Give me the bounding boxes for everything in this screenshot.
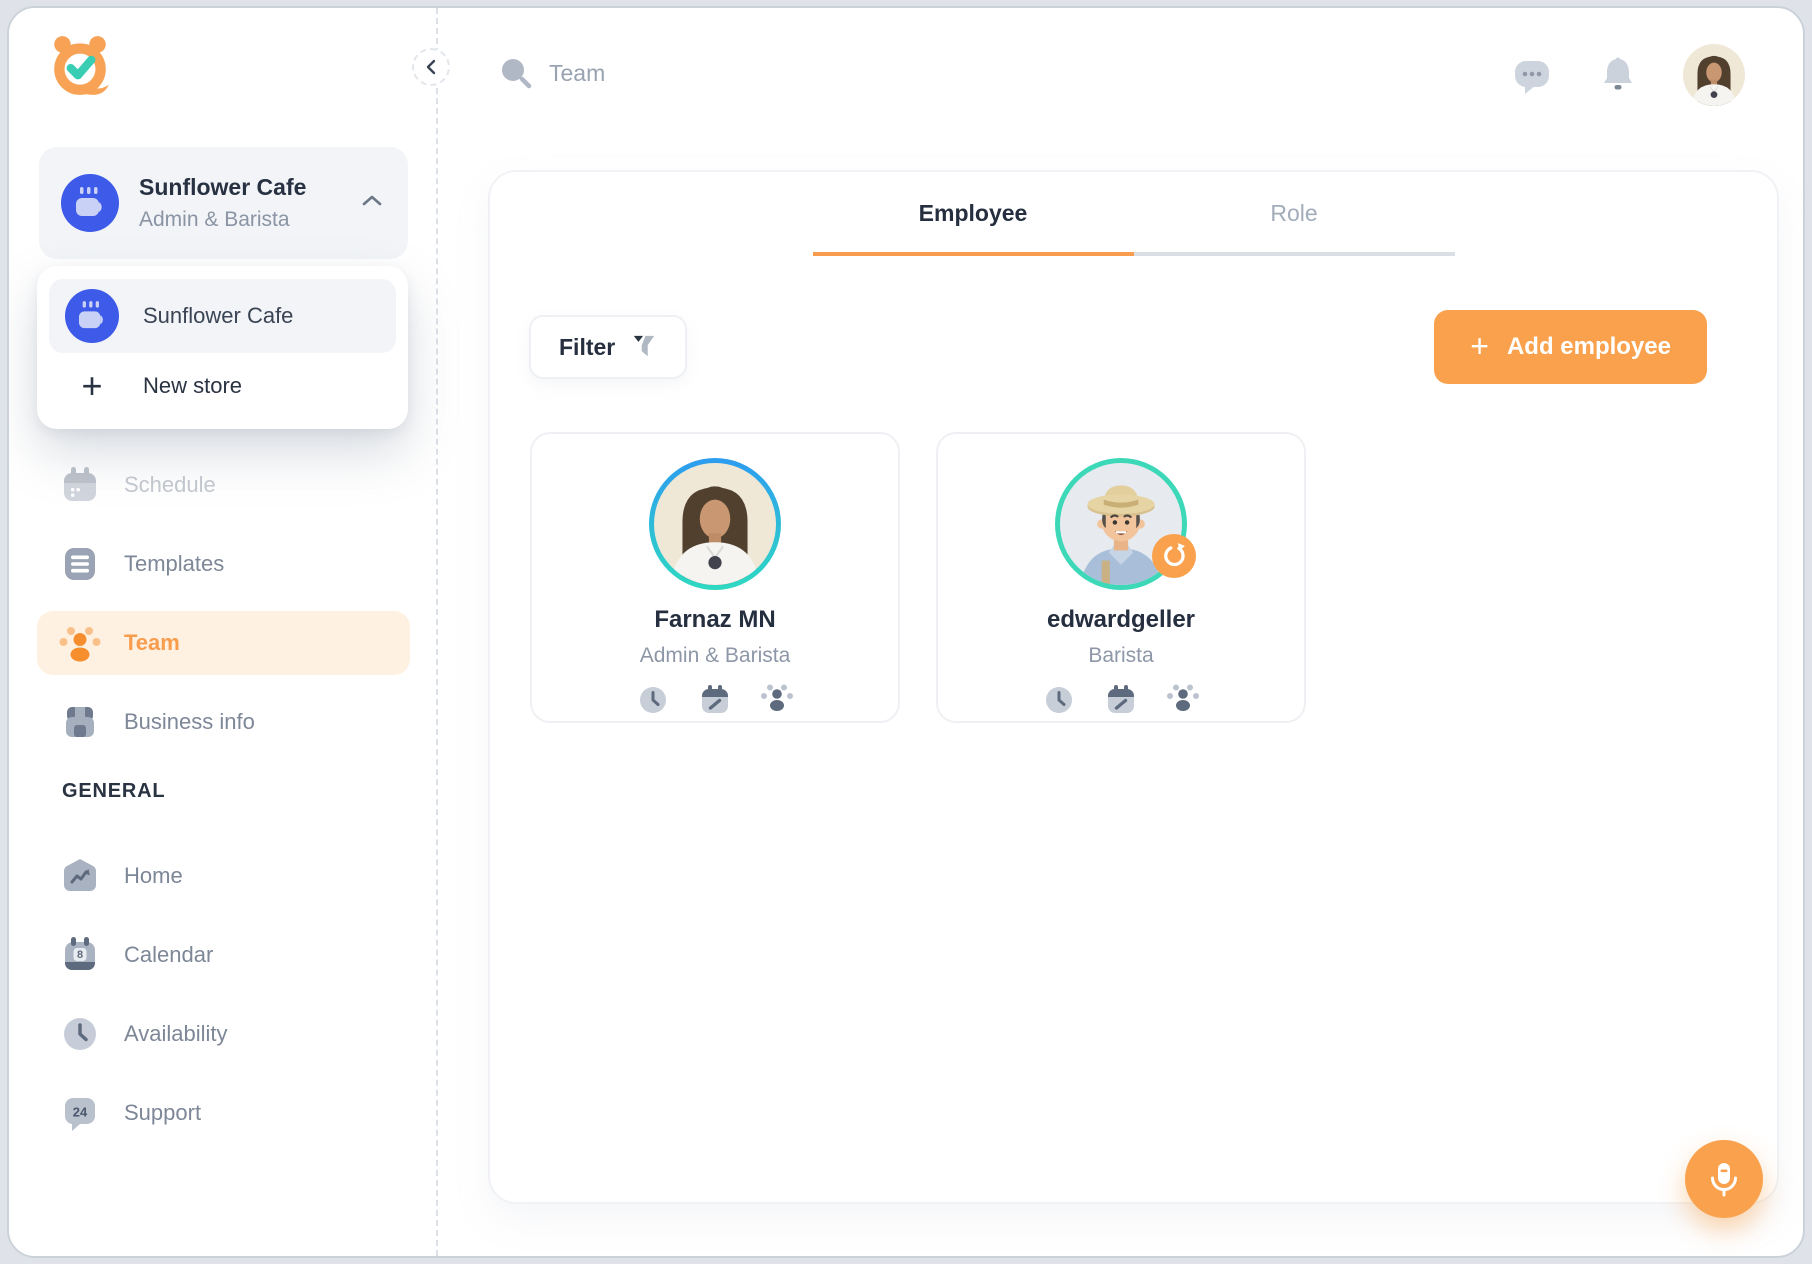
- app-logo-icon: [47, 32, 113, 98]
- sidebar-item-calendar[interactable]: 8 Calendar: [37, 923, 410, 987]
- sidebar-item-label: Home: [124, 863, 183, 889]
- employee-card[interactable]: Farnaz MN Admin & Barista: [530, 432, 900, 723]
- microphone-icon: [1705, 1160, 1743, 1198]
- team-role-icon[interactable]: [1166, 683, 1200, 717]
- general-section-label: GENERAL: [62, 780, 165, 803]
- team-panel: Employee Role Filter + Add employee: [488, 170, 1779, 1204]
- general-nav: Home 8 Calendar: [37, 844, 410, 1160]
- clock-icon: [58, 1014, 102, 1054]
- employee-avatar: [649, 458, 781, 590]
- templates-icon: [58, 544, 102, 584]
- sidebar-item-label: Schedule: [124, 472, 216, 498]
- toolbar: Filter + Add employee: [529, 310, 1707, 384]
- dropdown-store-label: Sunflower Cafe: [143, 303, 293, 329]
- page-header: Team: [499, 56, 605, 90]
- sidebar-item-availability[interactable]: Availability: [37, 1002, 410, 1066]
- employee-role: Admin & Barista: [532, 644, 898, 668]
- topbar-actions: [1511, 44, 1745, 106]
- sidebar-divider: [436, 8, 438, 1256]
- calendar-icon: 8: [58, 935, 102, 975]
- edit-schedule-icon[interactable]: [698, 683, 732, 717]
- tab-bar: Employee Role: [813, 200, 1455, 256]
- hours-clock-icon[interactable]: [636, 683, 670, 717]
- sidebar-item-label: Calendar: [124, 942, 213, 968]
- sidebar-item-label: Support: [124, 1100, 201, 1126]
- storefront-icon: [58, 702, 102, 742]
- home-icon: [58, 856, 102, 896]
- refresh-icon: [1161, 543, 1187, 569]
- schedule-icon: [58, 465, 102, 505]
- tab-label: Role: [1270, 200, 1317, 226]
- sidebar: Sunflower Cafe Admin & Barista: [9, 8, 436, 1256]
- tab-employee[interactable]: Employee: [813, 200, 1134, 256]
- chevron-up-icon: [362, 194, 382, 212]
- filter-button[interactable]: Filter: [529, 315, 687, 379]
- tab-label: Employee: [919, 200, 1028, 226]
- sidebar-item-business-info[interactable]: Business info: [37, 690, 410, 754]
- edit-schedule-icon[interactable]: [1104, 683, 1138, 717]
- employee-card-grid: Farnaz MN Admin & Barista: [530, 432, 1777, 723]
- new-store-label: New store: [143, 373, 242, 399]
- sidebar-item-templates[interactable]: Templates: [37, 532, 410, 596]
- store-coffee-icon: [61, 174, 119, 232]
- voice-assistant-button[interactable]: [1685, 1140, 1763, 1218]
- sidebar-item-home[interactable]: Home: [37, 844, 410, 908]
- sidebar-item-team[interactable]: Team: [37, 611, 410, 675]
- app-window: Sunflower Cafe Admin & Barista: [7, 6, 1805, 1258]
- store-nav: Schedule Templates: [37, 453, 410, 769]
- user-avatar[interactable]: [1683, 44, 1745, 106]
- add-employee-label: Add employee: [1507, 333, 1671, 361]
- new-store-item[interactable]: + New store: [49, 353, 396, 419]
- employee-quick-actions: [532, 683, 898, 717]
- store-selector[interactable]: Sunflower Cafe Admin & Barista: [39, 147, 408, 259]
- store-coffee-icon: [65, 289, 119, 343]
- sidebar-item-label: Availability: [124, 1021, 228, 1047]
- support-24-icon: 24: [58, 1093, 102, 1133]
- plus-icon: +: [65, 368, 119, 404]
- support-badge-text: 24: [73, 1105, 88, 1120]
- sync-pending-badge[interactable]: [1152, 534, 1196, 578]
- hours-clock-icon[interactable]: [1042, 683, 1076, 717]
- store-role: Admin & Barista: [139, 208, 306, 232]
- sidebar-item-schedule[interactable]: Schedule: [37, 453, 410, 517]
- store-name: Sunflower Cafe: [139, 174, 306, 201]
- add-employee-button[interactable]: + Add employee: [1434, 310, 1707, 384]
- sidebar-item-support[interactable]: 24 Support: [37, 1081, 410, 1145]
- employee-role: Barista: [938, 644, 1304, 668]
- sidebar-item-label: Team: [124, 630, 180, 656]
- sidebar-collapse-button[interactable]: [412, 48, 450, 86]
- employee-quick-actions: [938, 683, 1304, 717]
- store-meta: Sunflower Cafe Admin & Barista: [139, 174, 306, 232]
- store-dropdown: Sunflower Cafe + New store: [37, 266, 408, 429]
- filter-label: Filter: [559, 334, 615, 361]
- filter-funnel-icon: [631, 333, 657, 361]
- sidebar-item-label: Templates: [124, 551, 224, 577]
- plus-icon: +: [1470, 330, 1489, 362]
- calendar-day-text: 8: [77, 949, 83, 961]
- team-icon: [58, 623, 102, 663]
- tab-role[interactable]: Role: [1134, 200, 1455, 256]
- employee-name: Farnaz MN: [532, 606, 898, 634]
- employee-card[interactable]: edwardgeller Barista: [936, 432, 1306, 723]
- chevron-left-icon: [425, 59, 437, 75]
- chat-icon[interactable]: [1511, 54, 1553, 96]
- team-role-icon[interactable]: [760, 683, 794, 717]
- sidebar-item-label: Business info: [124, 709, 255, 735]
- dropdown-store-item[interactable]: Sunflower Cafe: [49, 279, 396, 353]
- notifications-bell-icon[interactable]: [1599, 55, 1637, 95]
- search-icon[interactable]: [499, 56, 533, 90]
- employee-name: edwardgeller: [938, 606, 1304, 634]
- page-title: Team: [549, 60, 605, 87]
